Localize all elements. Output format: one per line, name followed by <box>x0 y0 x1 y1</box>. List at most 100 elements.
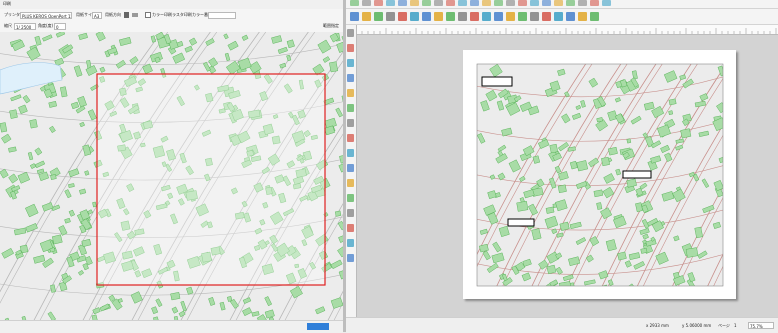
add-scalebar-icon[interactable] <box>347 149 354 157</box>
toolbar-button-icon[interactable] <box>566 0 575 6</box>
toolbar-button-icon[interactable] <box>518 0 527 6</box>
label-box <box>622 170 652 179</box>
range-label[interactable]: 範囲指定 <box>323 22 339 30</box>
add-arrow-icon[interactable] <box>347 179 354 187</box>
toolbar-button-icon[interactable] <box>482 0 491 6</box>
building <box>601 156 610 167</box>
page-number: 1 <box>734 323 737 328</box>
print-icon[interactable] <box>446 12 455 21</box>
building <box>170 292 181 301</box>
edit-nodes-icon[interactable] <box>347 239 354 247</box>
building <box>92 201 97 208</box>
zoom-tool-icon[interactable] <box>347 74 354 82</box>
building <box>685 247 699 258</box>
add-node-icon[interactable] <box>347 194 354 202</box>
move-content-icon[interactable] <box>347 254 354 262</box>
toolbar-button-icon[interactable] <box>410 0 419 6</box>
toolbar-button-icon[interactable] <box>434 0 443 6</box>
layout-page[interactable] <box>463 50 736 299</box>
scale-label: 縮尺 <box>4 23 12 28</box>
toolbar-button-icon[interactable] <box>530 0 539 6</box>
scale-select[interactable]: 1/ 2500 <box>14 23 36 30</box>
color-number-field[interactable] <box>208 12 236 19</box>
toolbar-button-icon[interactable] <box>554 0 563 6</box>
building <box>9 109 18 119</box>
cursor-y: y 5.06000 mm <box>682 323 712 328</box>
toolbar-button-icon[interactable] <box>350 0 359 6</box>
hand-icon[interactable] <box>347 29 354 37</box>
toolbar-button-icon[interactable] <box>506 0 515 6</box>
scale-bar-icon[interactable] <box>554 12 563 21</box>
rotation-field[interactable]: 0 <box>54 23 66 30</box>
export-pdf-icon[interactable] <box>470 12 479 21</box>
print-ok-button[interactable] <box>307 323 329 330</box>
building <box>50 174 57 180</box>
add-table-icon[interactable] <box>347 209 354 217</box>
add-html-icon[interactable] <box>347 224 354 232</box>
toolbar-button-icon[interactable] <box>458 0 467 6</box>
zoom-out-icon[interactable] <box>362 12 371 21</box>
duplicate-icon[interactable] <box>422 12 431 21</box>
legend-icon[interactable] <box>530 12 539 21</box>
add-page-icon[interactable] <box>410 12 419 21</box>
add-text-icon[interactable] <box>347 119 354 127</box>
settings-icon[interactable] <box>494 12 503 21</box>
zoom-select[interactable]: 75.7% <box>748 322 774 329</box>
toolbar-button-icon[interactable] <box>578 0 587 6</box>
label-box <box>481 76 513 87</box>
building <box>334 210 342 217</box>
lock-icon[interactable] <box>506 12 515 21</box>
add-image-icon[interactable] <box>347 104 354 112</box>
toolbar-button-icon[interactable] <box>422 0 431 6</box>
toolbar-button-icon[interactable] <box>362 0 371 6</box>
toolbar-button-icon[interactable] <box>470 0 479 6</box>
toolbar-button-icon[interactable] <box>542 0 551 6</box>
north-arrow-icon[interactable] <box>566 12 575 21</box>
layout-map[interactable] <box>463 50 736 299</box>
toolbar-button-icon[interactable] <box>494 0 503 6</box>
label-icon[interactable] <box>542 12 551 21</box>
layout-designer: x 2933 mm y 5.06000 mm ページ 1 75.7% <box>346 0 778 333</box>
move-icon[interactable] <box>347 59 354 67</box>
select-icon[interactable] <box>347 44 354 52</box>
map-icon[interactable] <box>518 12 527 21</box>
color-print-checkbox[interactable] <box>145 12 151 18</box>
tools-panel <box>346 25 357 317</box>
toolbar-button-icon[interactable] <box>446 0 455 6</box>
export-svg-icon[interactable] <box>482 12 491 21</box>
toolbar-button-icon[interactable] <box>398 0 407 6</box>
toolbar-button-icon[interactable] <box>386 0 395 6</box>
map-preview[interactable] <box>0 32 343 320</box>
building <box>576 160 589 172</box>
print-area-frame <box>96 73 326 286</box>
building <box>680 128 692 139</box>
add-map-icon[interactable] <box>347 89 354 97</box>
printer-label: プリンタ <box>4 12 20 17</box>
add-legend-icon[interactable] <box>347 134 354 142</box>
layout-toolbar <box>346 9 778 25</box>
refresh-icon[interactable] <box>398 12 407 21</box>
toolbar-button-icon[interactable] <box>602 0 611 6</box>
paper-size-select[interactable]: A3 <box>92 12 102 19</box>
layout-map-frame <box>476 63 724 287</box>
label-box <box>507 218 535 227</box>
landscape-icon[interactable] <box>132 13 138 17</box>
add-shape-icon[interactable] <box>347 164 354 172</box>
building <box>117 298 123 303</box>
toolbar-button-icon[interactable] <box>374 0 383 6</box>
zoom-page-icon[interactable] <box>386 12 395 21</box>
save-icon[interactable] <box>434 12 443 21</box>
zoom-full-icon[interactable] <box>374 12 383 21</box>
building <box>626 138 632 144</box>
export-image-icon[interactable] <box>458 12 467 21</box>
table-icon[interactable] <box>578 12 587 21</box>
horizontal-ruler <box>356 25 778 35</box>
toolbar-button-icon[interactable] <box>590 0 599 6</box>
layout-status-bar: x 2933 mm y 5.06000 mm ページ 1 75.7% <box>346 317 778 333</box>
orientation-label: 用紙方向 <box>105 12 121 17</box>
printer-select[interactable]: PLUS KEROS OpenPort 1286 <box>20 12 72 19</box>
map-content <box>477 64 723 286</box>
portrait-icon[interactable] <box>124 12 129 18</box>
zoom-in-icon[interactable] <box>350 12 359 21</box>
shape-icon[interactable] <box>590 12 599 21</box>
